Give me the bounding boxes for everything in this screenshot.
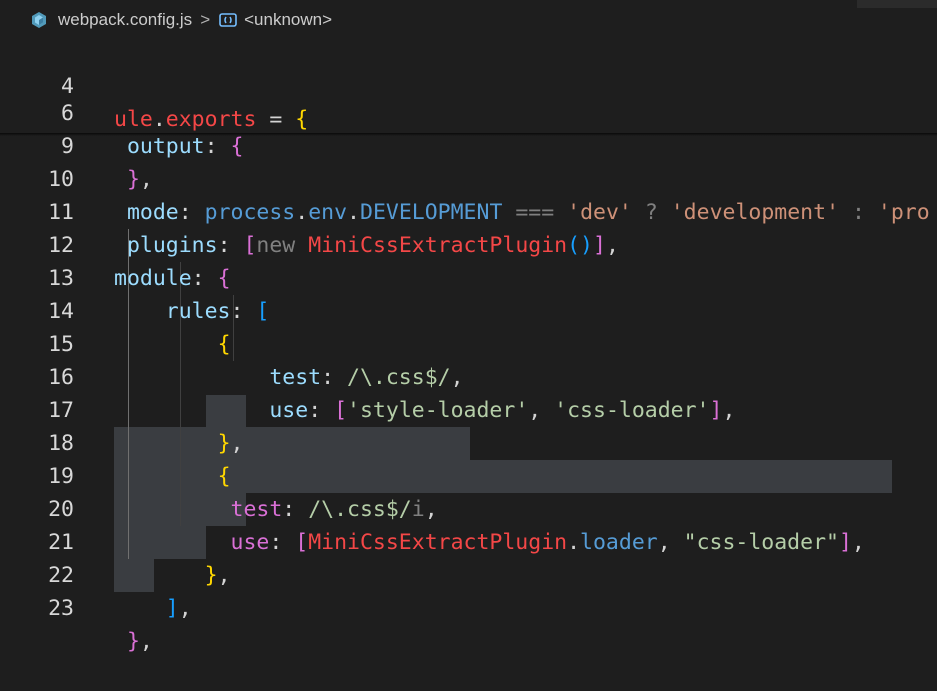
scrollbar-top[interactable] — [857, 0, 937, 8]
code-line[interactable]: 16 use: ['style-loader', 'css-loader'], — [0, 328, 937, 423]
symbol-namespace-icon — [218, 11, 240, 29]
code-line[interactable]: 6 output: { — [0, 64, 937, 159]
code-editor[interactable]: 4 ule.exports = { 6 output: { 9 }, 10 mo… — [0, 36, 937, 654]
line-number: 23 — [48, 596, 74, 621]
code-text: }, — [126, 629, 153, 654]
code-line[interactable]: 14 { — [0, 262, 937, 357]
cube-icon — [30, 11, 48, 29]
code-line[interactable]: 10 mode: process.env.DEVELOPMENT === 'de… — [0, 130, 937, 225]
code-line[interactable]: 9 }, — [0, 97, 937, 192]
code-line[interactable]: 20 use: [MiniCssExtractPlugin.loader, "c… — [0, 460, 937, 555]
code-line[interactable]: 13 rules: [ — [0, 229, 937, 324]
code-line[interactable]: 21 }, — [0, 493, 937, 588]
code-line[interactable]: 17 }, — [0, 361, 937, 456]
code-line[interactable]: 15 test: /\.css$/, — [0, 295, 937, 390]
code-line[interactable]: 22 ], — [0, 526, 937, 621]
breadcrumb-symbol[interactable]: <unknown> — [244, 10, 332, 30]
code-text: ], — [165, 596, 192, 621]
code-line[interactable]: 19 test: /\.css$/i, — [0, 427, 937, 522]
breadcrumb-file[interactable]: webpack.config.js — [58, 10, 192, 30]
code-line[interactable]: 18 { — [0, 394, 937, 489]
breadcrumb-separator: > — [200, 10, 211, 29]
code-line[interactable]: 23 }, — [0, 559, 937, 654]
code-line[interactable]: 12 module: { — [0, 196, 937, 291]
breadcrumb: webpack.config.js > <unknown> — [0, 0, 937, 40]
code-line[interactable]: 11 plugins: [new MiniCssExtractPlugin()]… — [0, 163, 937, 258]
